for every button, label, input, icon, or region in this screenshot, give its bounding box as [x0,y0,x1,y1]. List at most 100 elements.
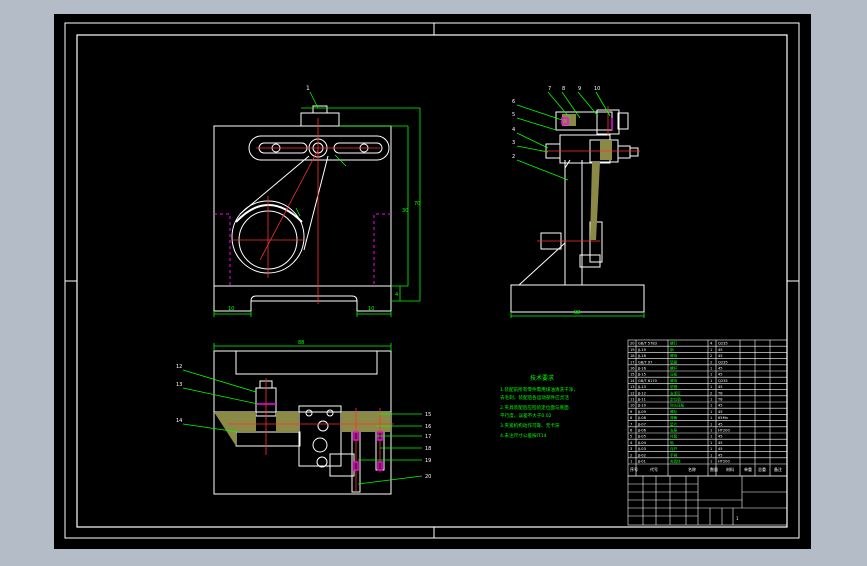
bom-cell: 2 [710,360,712,364]
bom-cell: Q235 [718,360,728,364]
bom-cell: JJ-02 [637,453,646,457]
front-view-dim-v2: 70 [414,201,420,207]
bom-cell: 1 [710,435,712,439]
bom-cell: 钩头压板 [670,403,685,408]
svg-text:3: 3 [512,140,515,146]
bom-cell: 1 [710,367,712,371]
bom-cell: JJ-16 [637,367,647,371]
notes-line: 平行度，误差不大于0.02 [500,412,552,419]
bom-cell: 5 [630,435,632,439]
notes-line: 2.夹具装配后应检验定位面与底面 [500,404,569,411]
bom-cell: T8 [717,398,723,402]
bom-cell: 销 [670,347,674,352]
svg-text:6: 6 [512,99,515,105]
bom-header-cell: 材料 [726,466,734,472]
bom-cell: 1 [710,398,712,402]
bom-cell: Q235 [718,379,728,383]
notes-line: 1.装配前所有零件需用煤油清洗干净， [500,386,578,393]
bom-cell: JJ-19 [637,348,647,352]
bom-cell: 螺杆 [670,366,678,371]
bom-cell: 13 [630,385,635,389]
bom-cell: 45 [718,385,723,389]
bom-cell: 7 [630,422,632,426]
bom-cell: 1 [710,373,712,377]
svg-text:4: 4 [512,127,515,133]
bom-cell: 1 [710,441,712,445]
front-view-dim-h2: 10 [368,306,374,312]
bom-cell: GB/T 97 [638,360,652,364]
bom-cell: 1 [710,379,712,383]
bom-cell: 12 [630,391,635,395]
bom-cell: 支座 [670,428,678,433]
svg-text:16: 16 [425,424,431,430]
bom-cell: JJ-09 [637,410,647,414]
svg-text:12: 12 [176,364,182,370]
bom-header-cell: 单重 [744,466,752,472]
bom-cell: JJ-15 [637,373,646,377]
bom-cell: 20 [630,342,635,346]
bom-cell: 1 [710,453,712,457]
bom-cell: 45 [718,373,723,377]
bom-cell: HT200 [718,429,730,433]
bom-cell: 支承钉 [670,390,681,395]
bom-cell: 45 [718,441,723,445]
bom-cell: 14 [630,379,635,383]
bom-header-cell: 序号 [630,466,638,472]
bom-cell: 1 [710,416,712,420]
notes-title: 技术要求 [530,374,554,382]
bom-cell: 17 [630,360,635,364]
bom-header-cell: 总重 [758,466,766,472]
notes-line: 去毛刺，装配后各运动部件应灵活 [500,394,569,401]
bom-cell: 弹簧 [670,415,678,420]
top-view-dim: 88 [298,340,304,346]
bom-cell: JJ-18 [637,354,647,358]
bom-cell: 2 [710,354,712,358]
bom-cell: 垫圈 [670,384,678,389]
bom-cell: 夹具体 [670,459,681,464]
bom-cell: 18 [630,354,635,358]
cad-viewport[interactable]: 1 30 70 10 10 4 7 8 9 10 6 5 4 3 2 88 88… [0,0,867,562]
bom-cell: 1 [710,404,712,408]
bom-cell: 垫圈 [670,359,678,364]
svg-text:10: 10 [594,86,600,92]
bom-cell: 45 [718,410,723,414]
bom-cell: 1 [710,429,712,433]
bom-cell: GB/T 5783 [638,342,657,346]
bom-cell: 3 [630,447,632,451]
bom-cell: 轴 [670,440,674,445]
bom-cell: 衬套 [670,434,678,439]
bom-cell: 螺钉 [670,341,678,346]
drawing-sheet: 1 30 70 10 10 4 7 8 9 10 6 5 4 3 2 88 88… [54,14,811,549]
bom-cell: 45 [718,447,723,451]
bom-cell: 连杆 [670,446,678,451]
front-view-dim-v1: 30 [402,208,408,214]
bom-cell: JJ-04 [637,441,647,445]
svg-text:14: 14 [176,418,182,424]
svg-text:15: 15 [425,412,431,418]
svg-text:17: 17 [425,434,431,440]
bom-cell: 15 [630,373,635,377]
bom-cell: 螺母 [670,353,678,358]
bom-cell: JJ-03 [637,447,646,451]
bom-header-cell: 代号 [650,466,658,472]
bom-cell: 螺栓 [670,409,678,414]
bom-cell: T8 [717,391,723,395]
drawing-canvas [54,14,811,549]
bom-cell: JJ-10 [637,404,647,408]
bom-cell: 45 [718,435,723,439]
front-view-balloon: 1 [306,85,310,92]
bom-cell: JJ-06 [637,429,647,433]
bom-cell: 1 [710,447,712,451]
notes-line: 4.未注尺寸公差按IT14 [500,432,547,439]
bom-cell: 45 [718,404,723,408]
bom-cell: 10 [630,404,635,408]
front-view-dim-h1: 10 [228,306,234,312]
svg-text:7: 7 [548,86,551,92]
bom-cell: JJ-12 [637,391,646,395]
bom-cell: 2 [630,453,632,457]
bom-cell: 1 [710,460,712,464]
bom-cell: 2 [710,391,712,395]
svg-text:8: 8 [562,86,565,92]
side-view-base-dim: 88 [574,310,580,316]
bom-header-cell: 数量 [710,466,718,472]
